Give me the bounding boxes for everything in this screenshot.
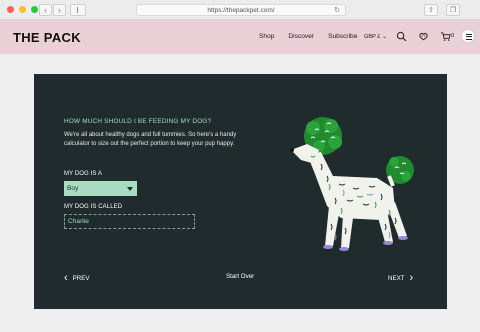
chevron-right-icon: › (58, 4, 61, 15)
site-header: THE PACK Shop Discover Subscribe GBP £ ⌄… (0, 20, 480, 54)
hamburger-icon (465, 33, 472, 35)
dog-gender-select[interactable]: Boy (64, 181, 137, 196)
currency-label: GBP £ (364, 34, 381, 40)
dog-gender-value: Boy (67, 185, 79, 192)
feeding-calculator-panel: HOW MUCH SHOULD I BE FEEDING MY DOG? We'… (34, 74, 447, 309)
poodle-illustration (290, 117, 414, 251)
menu-button[interactable] (461, 29, 475, 43)
dog-name-input[interactable]: Charlie (64, 214, 195, 229)
calculator-question: HOW MUCH SHOULD I BE FEEDING MY DOG? (64, 118, 212, 125)
caret-down-icon (127, 187, 133, 191)
sidebar-toggle-button[interactable] (70, 4, 86, 16)
dog-name-label: MY DOG IS CALLED (64, 204, 123, 210)
hamburger-icon-line (465, 36, 472, 37)
share-button[interactable]: ⇪ (424, 4, 438, 16)
pet-profile-icon[interactable] (418, 31, 429, 42)
search-icon[interactable] (396, 31, 407, 42)
next-button[interactable]: NEXT › (388, 273, 413, 284)
hamburger-icon-line (465, 38, 472, 40)
reload-icon[interactable]: ↻ (334, 5, 340, 16)
chevron-left-icon: ‹ (44, 4, 47, 15)
calculator-intro: We're all about healthy dogs and full tu… (64, 132, 237, 147)
main-nav: Shop Discover Subscribe (259, 33, 357, 40)
url-text: https://thepackpet.com/ (207, 7, 275, 14)
chevron-down-icon: ⌄ (381, 34, 387, 40)
nav-subscribe[interactable]: Subscribe (328, 33, 357, 40)
zoom-window-button[interactable] (31, 6, 38, 13)
minimize-window-button[interactable] (19, 6, 26, 13)
nav-discover[interactable]: Discover (288, 33, 314, 40)
cart-count: 0 (451, 33, 455, 39)
start-over-button[interactable]: Start Over (226, 273, 254, 280)
currency-selector[interactable]: GBP £ ⌄ (364, 33, 387, 40)
tabs-icon: ❐ (449, 7, 457, 14)
close-window-button[interactable] (7, 6, 14, 13)
chevron-left-icon: ‹ (64, 272, 68, 284)
site-logo[interactable]: THE PACK (13, 30, 81, 45)
dog-gender-label: MY DOG IS A (64, 171, 102, 177)
prev-label: PREV (72, 275, 90, 282)
next-label: NEXT (388, 275, 405, 282)
chevron-right-icon: › (409, 272, 414, 284)
nav-shop[interactable]: Shop (259, 33, 274, 40)
forward-button[interactable]: › (53, 4, 66, 16)
page-body: HOW MUCH SHOULD I BE FEEDING MY DOG? We'… (0, 54, 480, 332)
window-controls (7, 6, 38, 13)
dog-name-value: Charlie (68, 218, 89, 225)
start-over-label: Start Over (226, 273, 255, 280)
tabs-overview-button[interactable]: ❐ (446, 4, 460, 16)
prev-button[interactable]: ‹ PREV (64, 273, 90, 284)
share-icon: ⇪ (428, 7, 434, 14)
cart-icon[interactable] (440, 31, 451, 42)
browser-toolbar: ‹ › https://thepackpet.com/ ↻ ⇪ ❐ (0, 0, 480, 20)
address-bar[interactable]: https://thepackpet.com/ ↻ (136, 4, 346, 16)
back-button[interactable]: ‹ (39, 4, 52, 16)
